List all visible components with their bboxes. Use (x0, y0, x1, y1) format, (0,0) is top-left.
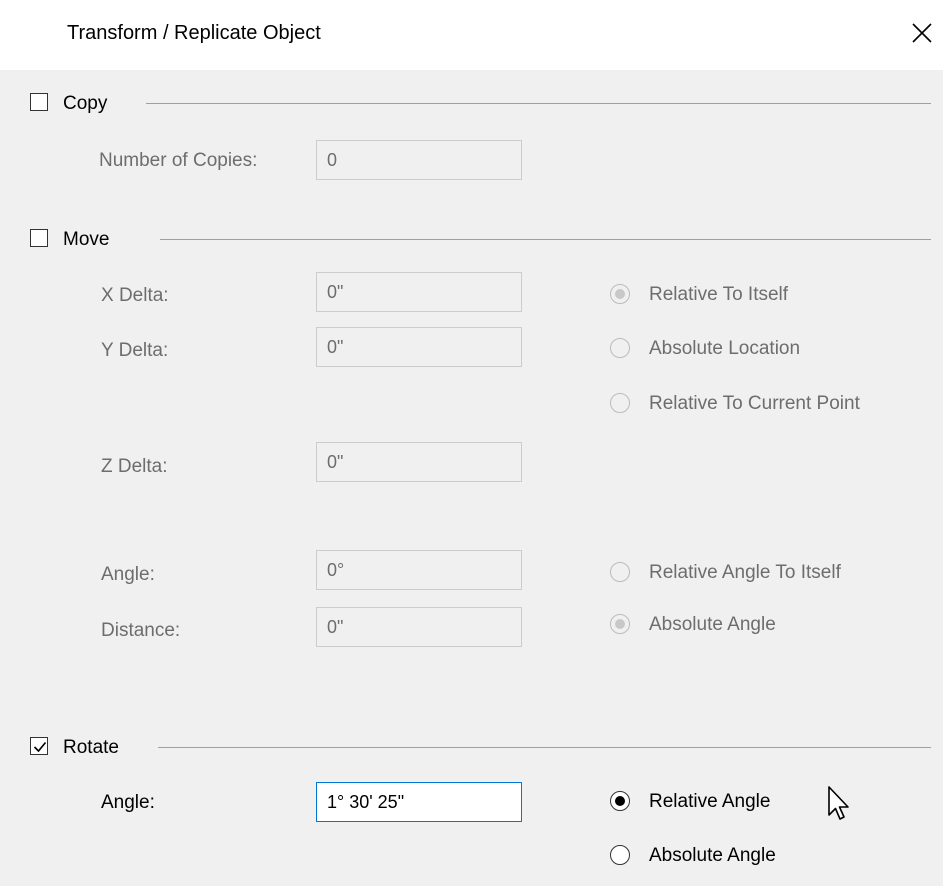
x-delta-field[interactable] (316, 272, 522, 312)
radio-selected-dot (615, 796, 625, 806)
radio-relative-to-itself[interactable] (610, 284, 630, 304)
copy-section-divider (146, 103, 931, 104)
window-title: Transform / Replicate Object (67, 22, 321, 44)
distance-label: Distance: (101, 620, 181, 641)
radio-relative-angle[interactable] (610, 791, 630, 811)
rotate-angle-label: Angle: (101, 792, 155, 813)
radio-absolute-location[interactable] (610, 338, 630, 358)
mouse-cursor-icon (828, 786, 849, 820)
rotate-checkbox[interactable] (30, 737, 48, 755)
radio-selected-dot (615, 619, 625, 629)
relative-to-current-point-label: Relative To Current Point (649, 393, 860, 414)
rotate-section-divider (158, 747, 931, 748)
absolute-angle-label: Absolute Angle (649, 845, 776, 866)
close-icon[interactable] (907, 18, 937, 48)
relative-angle-label: Relative Angle (649, 791, 771, 812)
move-section-divider (160, 239, 931, 240)
rotate-section-label: Rotate (63, 737, 119, 758)
radio-move-absolute-angle[interactable] (610, 614, 630, 634)
move-section-label: Move (63, 229, 110, 250)
radio-relative-to-current-point[interactable] (610, 393, 630, 413)
x-delta-label: X Delta: (101, 285, 169, 306)
y-delta-field[interactable] (316, 327, 522, 367)
relative-angle-to-itself-label: Relative Angle To Itself (649, 562, 841, 583)
move-checkbox[interactable] (30, 229, 48, 247)
relative-to-itself-label: Relative To Itself (649, 284, 789, 305)
checkmark-icon (33, 741, 47, 753)
radio-absolute-angle[interactable] (610, 845, 630, 865)
radio-relative-angle-to-itself[interactable] (610, 562, 630, 582)
move-angle-field[interactable] (316, 550, 522, 590)
z-delta-label: Z Delta: (101, 456, 168, 477)
absolute-location-label: Absolute Location (649, 338, 801, 359)
distance-field[interactable] (316, 607, 522, 647)
z-delta-field[interactable] (316, 442, 522, 482)
number-of-copies-field[interactable] (316, 140, 522, 180)
rotate-angle-field[interactable] (316, 782, 522, 822)
number-of-copies-label: Number of Copies: (99, 150, 258, 171)
title-bar: Transform / Replicate Object (0, 0, 943, 70)
y-delta-label: Y Delta: (101, 340, 169, 361)
copy-checkbox[interactable] (30, 93, 48, 111)
copy-section-label: Copy (63, 93, 108, 114)
move-angle-label: Angle: (101, 564, 155, 585)
move-absolute-angle-label: Absolute Angle (649, 614, 776, 635)
radio-selected-dot (615, 289, 625, 299)
